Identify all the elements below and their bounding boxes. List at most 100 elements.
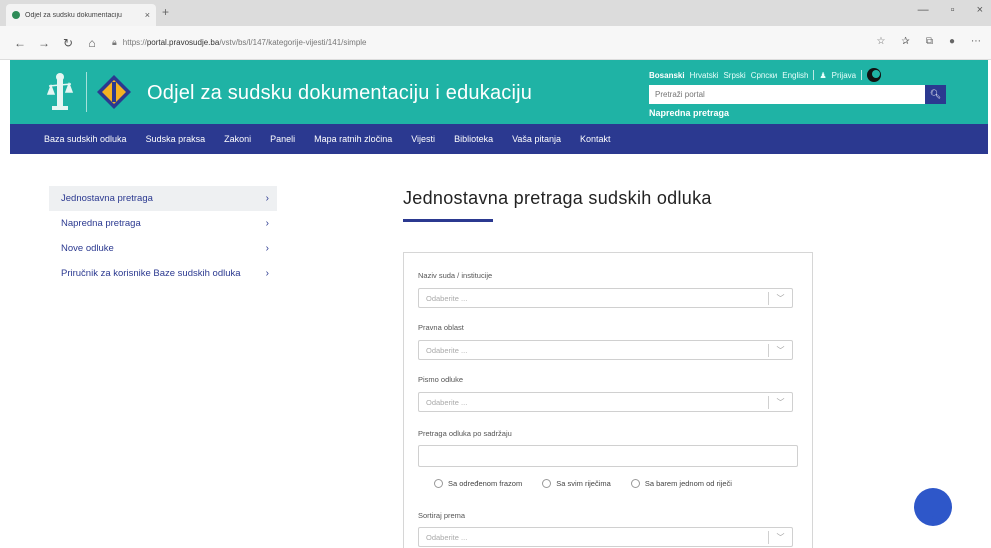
forward-arrow-icon[interactable]: → xyxy=(32,36,56,50)
radio-all-words[interactable]: Sa svim riječima xyxy=(542,479,611,488)
content-search-input[interactable] xyxy=(418,445,798,467)
nav-kontakt[interactable]: Kontakt xyxy=(580,134,611,144)
dark-mode-moon-icon[interactable] xyxy=(867,68,882,82)
radio-circle-icon[interactable] xyxy=(434,479,443,488)
site-favicon-icon xyxy=(12,11,20,19)
sort-label: Sortiraj prema xyxy=(418,511,466,520)
radio-circle-icon[interactable] xyxy=(630,479,640,488)
minimize-button[interactable]: — xyxy=(918,4,929,16)
nav-paneli[interactable]: Paneli xyxy=(270,134,295,144)
sidebar-item-jednostavna-pretraga[interactable]: Jednostavna pretraga › xyxy=(49,186,277,211)
sidebar-item-label: Priručnik za korisnike Baze sudskih odlu… xyxy=(61,268,241,279)
divider xyxy=(861,70,863,80)
radio-exact-phrase[interactable]: Sa određenom frazom xyxy=(434,479,522,488)
browser-toolbar-icons: ☆ ✰ ⧉ ● ⋯ xyxy=(876,36,981,47)
script-label: Pismo odluke xyxy=(418,375,464,384)
radio-label: Sa barem jednom od riječi xyxy=(644,479,732,488)
more-menu-icon[interactable]: ⋯ xyxy=(971,36,981,47)
collections-icon[interactable]: ⧉ xyxy=(926,36,933,47)
sidebar-item-napredna-pretraga[interactable]: Napredna pretraga › xyxy=(49,211,277,236)
sidebar-item-nove-odluke[interactable]: Nove odluke › xyxy=(49,236,277,261)
logo-separator xyxy=(86,72,87,112)
search-mode-radios: Sa određenom frazom Sa svim riječima Sa … xyxy=(434,479,732,488)
chevron-down-icon[interactable]: ﹀ xyxy=(768,396,792,409)
url-prefix: https:// xyxy=(122,38,147,47)
nav-vijesti[interactable]: Vijesti xyxy=(411,134,435,144)
content-search-label: Pretraga odluka po sadržaju xyxy=(418,429,512,438)
search-form: Naziv suda / institucije Odaberite ... ﹀… xyxy=(403,252,813,548)
lang-srpski-latin[interactable]: Srpski xyxy=(723,71,745,80)
sort-select[interactable]: Odaberite ... ﹀ xyxy=(418,527,793,547)
sidebar-item-label: Jednostavna pretraga xyxy=(61,193,153,204)
lang-hrvatski[interactable]: Hrvatski xyxy=(690,71,719,80)
script-select-placeholder: Odaberite ... xyxy=(426,398,468,407)
area-select[interactable]: Odaberite ... ﹀ xyxy=(418,340,793,360)
refresh-icon[interactable]: ↻ xyxy=(56,36,80,50)
maximize-button[interactable]: ▫ xyxy=(951,4,955,16)
nav-vasa-pitanja[interactable]: Vaša pitanja xyxy=(512,134,561,144)
favorites-list-icon[interactable]: ✰ xyxy=(901,36,909,47)
lang-srpski-cyrillic[interactable]: Српски xyxy=(751,71,778,80)
chevron-right-icon: › xyxy=(265,243,269,254)
vstv-emblem-icon[interactable] xyxy=(96,74,132,110)
address-bar: ← → ↻ ⌂ 🔒︎ https://portal.pravosudje.ba /… xyxy=(0,26,991,60)
nav-mapa-ratnih-zlocina[interactable]: Mapa ratnih zločina xyxy=(314,134,392,144)
nav-biblioteka[interactable]: Biblioteka xyxy=(454,134,493,144)
back-arrow-icon[interactable]: ← xyxy=(8,36,32,50)
chat-bubble-icon[interactable] xyxy=(914,488,952,526)
url-domain: portal.pravosudje.ba xyxy=(146,38,220,47)
site-title[interactable]: Odjel za sudsku dokumentaciju i edukacij… xyxy=(147,82,532,105)
portal-search-input[interactable] xyxy=(649,85,925,104)
tab-title: Odjel za sudsku dokumentaciju xyxy=(25,11,122,19)
tab-close-icon[interactable]: × xyxy=(145,10,150,20)
chevron-down-icon[interactable]: ﹀ xyxy=(768,344,792,357)
close-window-button[interactable]: × xyxy=(977,4,983,16)
sidebar-item-label: Napredna pretraga xyxy=(61,218,141,229)
radio-label: Sa određenom frazom xyxy=(448,479,523,488)
profile-icon[interactable]: ● xyxy=(949,36,955,47)
court-select[interactable]: Odaberite ... ﹀ xyxy=(418,288,793,308)
sort-select-placeholder: Odaberite ... xyxy=(426,533,468,542)
nav-baza-sudskih-odluka[interactable]: Baza sudskih odluka xyxy=(44,134,127,144)
sidebar: Jednostavna pretraga › Napredna pretraga… xyxy=(49,186,277,286)
new-tab-button[interactable]: + xyxy=(162,5,169,19)
sidebar-item-label: Nove odluke xyxy=(61,243,114,254)
radio-any-word[interactable]: Sa barem jednom od riječi xyxy=(630,479,732,488)
nav-zakoni[interactable]: Zakoni xyxy=(224,134,251,144)
browser-tab[interactable]: Odjel za sudsku dokumentaciju × xyxy=(6,4,156,26)
page-title: Jednostavna pretraga sudskih odluka xyxy=(403,188,712,208)
site-header: Odjel za sudsku dokumentaciju i edukacij… xyxy=(10,60,988,124)
radio-circle-icon[interactable] xyxy=(542,479,552,488)
script-select[interactable]: Odaberite ... ﹀ xyxy=(418,392,793,412)
chevron-right-icon: › xyxy=(265,268,269,279)
divider xyxy=(813,70,815,80)
home-icon[interactable]: ⌂ xyxy=(80,36,104,50)
advanced-search-link[interactable]: Napredna pretraga xyxy=(649,108,729,118)
chevron-down-icon[interactable]: ﹀ xyxy=(768,292,792,305)
main-navigation: Baza sudskih odluka Sudska praksa Zakoni… xyxy=(10,124,988,154)
chevron-down-icon[interactable]: ﹀ xyxy=(768,531,792,544)
user-icon: ♟ xyxy=(819,70,827,80)
login-link[interactable]: Prijava xyxy=(832,71,856,80)
justice-statue-logo-icon[interactable] xyxy=(46,72,74,112)
window-controls: — ▫ × xyxy=(918,4,983,16)
browser-tab-bar: Odjel za sudsku dokumentaciju × + — ▫ × xyxy=(0,0,991,26)
chevron-right-icon: › xyxy=(265,218,269,229)
search-button[interactable]: 🔍︎ xyxy=(925,85,946,104)
lang-bosanski[interactable]: Bosanski xyxy=(649,71,685,80)
url-field[interactable]: 🔒︎ https://portal.pravosudje.ba/vstv/bs/… xyxy=(112,37,367,48)
area-select-placeholder: Odaberite ... xyxy=(426,346,468,355)
lang-english[interactable]: English xyxy=(782,71,808,80)
court-label: Naziv suda / institucije xyxy=(418,271,493,280)
court-select-placeholder: Odaberite ... xyxy=(426,294,468,303)
search-icon: 🔍︎ xyxy=(929,89,942,99)
favorite-star-icon[interactable]: ☆ xyxy=(876,36,885,47)
chevron-right-icon: › xyxy=(265,193,269,204)
title-underline xyxy=(403,219,493,222)
sidebar-item-prirucnik[interactable]: Priručnik za korisnike Baze sudskih odlu… xyxy=(49,261,277,286)
url-path: /vstv/bs/l/147/kategorije-vijesti/141/si… xyxy=(219,38,367,47)
area-label: Pravna oblast xyxy=(418,323,464,332)
nav-sudska-praksa[interactable]: Sudska praksa xyxy=(146,134,206,144)
radio-label: Sa svim riječima xyxy=(556,479,611,488)
language-switcher: Bosanski Hrvatski Srpski Српски English … xyxy=(649,68,882,82)
